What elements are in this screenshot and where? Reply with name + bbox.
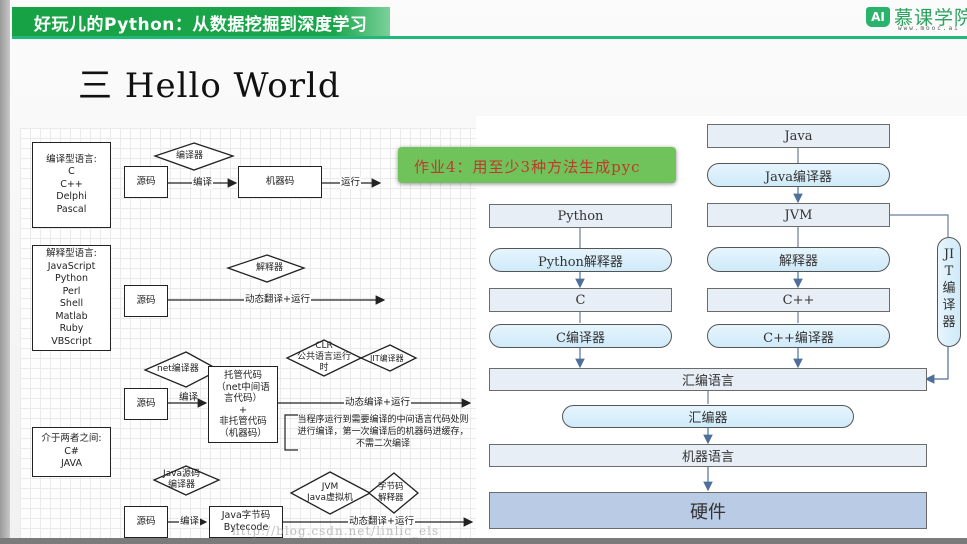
homework-banner: 作业4：用至少3种方法生成pyc <box>398 147 676 183</box>
compiled-languages-box: 编译型语言: C C++ Delphi Pascal <box>32 142 111 228</box>
languages-heading: 介于两者之间: <box>41 433 102 445</box>
bottom-edge <box>0 538 967 544</box>
interpreter-label: 解释器 <box>256 263 284 273</box>
note-line: 进行编译，第一次编译后的机器码进缓存， <box>297 427 469 437</box>
box-label: 源码 <box>136 398 156 409</box>
interpreted-languages-box: 解释型语言: JavaScript Python Perl Shell Matl… <box>32 245 111 351</box>
language-item: Matlab <box>55 310 88 322</box>
jvm-node: JVM <box>707 203 890 227</box>
compile-step-label: 编译 <box>179 392 199 403</box>
machine-code-box: 机器码 <box>238 166 322 198</box>
java-compiler-node: Java编译器 <box>707 163 890 187</box>
language-item: C++ <box>60 178 83 190</box>
c-node: C <box>489 288 672 312</box>
source-code-box: 源码 <box>124 388 168 420</box>
managed-code-box: 托管代码 （net中间语 言代码） + 非托管代码 （机器码） <box>208 366 278 443</box>
java-node: Java <box>707 124 890 148</box>
label-line: 公共语言运行 <box>296 352 351 362</box>
box-label: 源码 <box>136 295 156 306</box>
compile-step-label: 编译 <box>192 177 214 189</box>
jit-note: 当程序运行到需要编译的中间语言代码处则 进行编译，第一次编译后的机器码进缓存， … <box>290 414 476 450</box>
homework-text: 作业4：用至少3种方法生成pyc <box>414 158 641 176</box>
box-line: 言代码） <box>223 393 262 404</box>
source-code-box: 源码 <box>124 506 168 538</box>
language-item: VBScript <box>51 335 92 347</box>
run-label: 运行 <box>340 177 362 189</box>
label-line: Java源码 <box>163 469 201 479</box>
java-compiler-label: Java源码 编译器 <box>163 469 200 491</box>
label-line: Java虚拟机 <box>306 493 353 503</box>
hardware-node: 硬件 <box>489 492 927 529</box>
note-line: 当程序运行到需要编译的中间语言代码处则 <box>297 415 469 425</box>
box-line: 托管代码 <box>223 370 262 381</box>
jit-compiler-label: JIT编译器 <box>370 354 404 363</box>
assembly-language-node: 汇编语言 <box>489 368 927 391</box>
compiler-label: 编译器 <box>176 151 204 161</box>
python-node: Python <box>489 204 672 228</box>
languages-heading: 编译型语言: <box>46 153 97 165</box>
cpp-node: C++ <box>707 288 890 312</box>
hybrid-languages-box: 介于两者之间: C# JAVA <box>32 427 111 477</box>
box-line: （机器码） <box>219 427 267 439</box>
language-item: C <box>68 166 75 178</box>
language-item: Python <box>55 273 88 284</box>
jit-compiler-node: JIT编译器 <box>937 237 961 347</box>
language-item: JavaScript <box>47 260 96 272</box>
note-line: 不需二次编译 <box>355 439 410 449</box>
jvm-label: JVM Java虚拟机 <box>301 482 359 504</box>
language-item: Pascal <box>56 203 87 215</box>
box-line: 非托管代码 <box>219 416 267 427</box>
assembler-node: 汇编器 <box>562 405 854 428</box>
box-label: 源码 <box>136 176 156 187</box>
python-interpreter-node: Python解释器 <box>489 248 672 272</box>
language-item: Shell <box>59 298 84 309</box>
net-compiler-label: net编译器 <box>157 364 199 374</box>
label-line: JVM <box>321 482 339 492</box>
box-label: 源码 <box>136 516 156 527</box>
language-item: Delphi <box>56 191 87 203</box>
dynamic-translate-label: 动态翻译+运行 <box>244 294 311 306</box>
language-item: Ruby <box>59 323 84 334</box>
label-line: CLR <box>315 341 333 351</box>
interpreter-node: 解释器 <box>707 247 890 272</box>
bytecode-interpreter-label: 字节码 解释器 <box>378 482 404 504</box>
dynamic-compile-label: 动态编译+运行 <box>344 397 411 409</box>
box-line: + <box>239 404 247 416</box>
label-line: 解释器 <box>378 493 404 503</box>
source-code-box: 源码 <box>124 285 168 317</box>
label-line: 编译器 <box>168 480 196 490</box>
language-item: C# <box>64 445 79 457</box>
jit-connector <box>924 347 949 384</box>
c-compiler-node: C编译器 <box>489 324 672 348</box>
label-line: 字节码 <box>378 482 404 492</box>
box-line: Java字节码 <box>221 510 271 521</box>
language-item: Perl <box>62 285 81 297</box>
box-line: （net中间语 <box>216 381 270 393</box>
source-code-box: 源码 <box>124 166 168 198</box>
label-line: 时 <box>319 363 329 373</box>
box-label: 机器码 <box>265 176 295 187</box>
watermark: http://blog.csdn.net/linlic_els <box>232 524 440 538</box>
language-item: JAVA <box>61 458 82 470</box>
languages-heading: 解释型语言: <box>46 248 97 259</box>
clr-label: CLR 公共语言运行 时 <box>291 341 357 374</box>
machine-language-node: 机器语言 <box>489 444 927 467</box>
cpp-compiler-node: C++编译器 <box>707 324 890 348</box>
jit-connector <box>890 214 949 237</box>
compile-step-label: 编译 <box>179 516 201 528</box>
jit-label: JIT编译器 <box>942 247 956 330</box>
